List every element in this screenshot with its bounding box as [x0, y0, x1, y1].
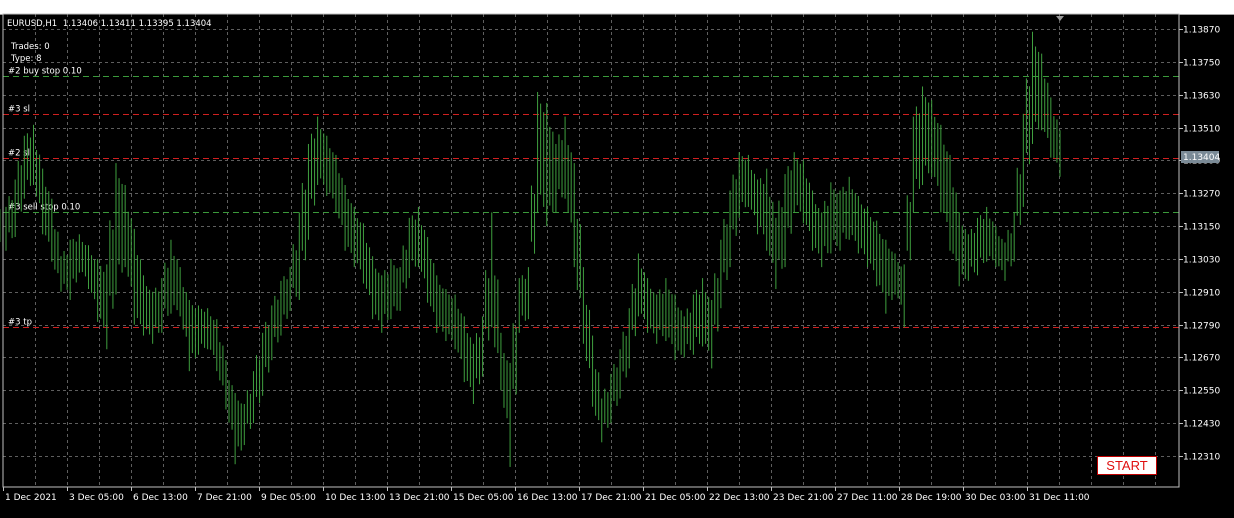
- ohlc-values: 1.13406 1.13411 1.13395 1.13404: [63, 19, 212, 29]
- time-tick-label: 16 Dec 13:00: [517, 493, 578, 503]
- price-tick-label: 1.13870: [1183, 26, 1220, 36]
- time-tick-label: 15 Dec 05:00: [453, 493, 514, 503]
- time-tick-label: 28 Dec 19:00: [901, 493, 962, 503]
- plot-area[interactable]: [3, 14, 1179, 487]
- price-tick-label: 1.13030: [1183, 256, 1220, 266]
- price-chart[interactable]: #2 buy stop 0.10 #3 sl #2 sl #3 sell stop 0…: [0, 0, 1234, 518]
- price-axis[interactable]: 1.138701.137501.136301.135101.133901.132…: [1179, 26, 1220, 463]
- price-tick-label: 1.12910: [1183, 289, 1220, 299]
- time-tick-label: 21 Dec 05:00: [645, 493, 706, 503]
- time-tick-label: 23 Dec 21:00: [773, 493, 834, 503]
- time-tick-label: 3 Dec 05:00: [69, 493, 124, 503]
- price-tick-label: 1.12310: [1183, 453, 1220, 463]
- start-button[interactable]: START: [1097, 456, 1157, 475]
- time-tick-label: 10 Dec 13:00: [325, 493, 386, 503]
- price-tick-label: 1.12670: [1183, 354, 1220, 364]
- info-trades: Trades: 0: [10, 42, 50, 52]
- level-label: #3 sl: [8, 105, 30, 115]
- time-tick-label: 13 Dec 21:00: [389, 493, 450, 503]
- price-tick-label: 1.13270: [1183, 190, 1220, 200]
- time-tick-label: 30 Dec 03:00: [965, 493, 1026, 503]
- price-tick-label: 1.12790: [1183, 322, 1220, 332]
- current-price-label: 1.13404: [1183, 153, 1220, 163]
- time-tick-label: 6 Dec 13:00: [133, 493, 188, 503]
- time-tick-label: 7 Dec 21:00: [197, 493, 252, 503]
- level-label: #3 tp: [8, 318, 32, 328]
- price-tick-label: 1.12430: [1183, 420, 1220, 430]
- price-tick-label: 1.12550: [1183, 387, 1220, 397]
- price-tick-label: 1.13510: [1183, 125, 1220, 135]
- price-tick-label: 1.13750: [1183, 59, 1220, 69]
- symbol-label: EURUSD,H1: [7, 19, 57, 29]
- time-tick-label: 31 Dec 11:00: [1029, 493, 1090, 503]
- time-tick-label: 1 Dec 2021: [5, 493, 57, 503]
- time-tick-label: 22 Dec 13:00: [709, 493, 770, 503]
- time-axis[interactable]: 1 Dec 2021 3 Dec 05:00 6 Dec 13:00 7 Dec 21…: [3, 487, 1090, 503]
- info-type: Type: 8: [10, 54, 42, 64]
- level-label: #2 buy stop 0.10: [8, 67, 82, 77]
- time-tick-label: 17 Dec 21:00: [581, 493, 642, 503]
- time-tick-label: 9 Dec 05:00: [261, 493, 316, 503]
- chart-window: #2 buy stop 0.10 #3 sl #2 sl #3 sell stop 0…: [0, 0, 1234, 518]
- price-tick-label: 1.13150: [1183, 223, 1220, 233]
- price-tick-label: 1.13630: [1183, 92, 1220, 102]
- time-tick-label: 27 Dec 11:00: [837, 493, 898, 503]
- level-label: #2 sl: [8, 149, 30, 159]
- level-label: #3 sell stop 0.10: [8, 203, 80, 213]
- symbol-ohlc-header: EURUSD,H1 1.13406 1.13411 1.13395 1.1340…: [7, 19, 212, 29]
